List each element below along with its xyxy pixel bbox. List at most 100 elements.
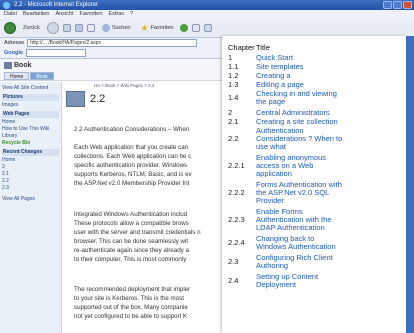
recent-item[interactable]: 2.3 — [2, 185, 59, 192]
toc-title-link[interactable]: Forms Authentication with the ASP.Net v2.… — [256, 181, 396, 205]
address-input[interactable]: http://... /Book/HA/Pages/2.aspx — [27, 39, 198, 47]
text-line: collections. Each Web application can be… — [74, 153, 192, 160]
toc-title-line: Central Administrators — [256, 108, 330, 117]
back-button[interactable] — [4, 22, 16, 34]
pictures-heading[interactable]: Pictures — [2, 94, 59, 101]
history-icon[interactable] — [180, 24, 189, 32]
favorites-button[interactable]: ★ Favoriten — [137, 22, 176, 34]
toc-title-link[interactable]: Editing a page — [256, 81, 396, 89]
toc-chapter-number: 1.4 — [228, 93, 239, 102]
paragraph-1: 2.2 Authentication Considerations – When… — [74, 125, 219, 188]
title-bar: 2.2 - Microsoft Internet Explorer — [0, 0, 414, 10]
print-icon[interactable] — [204, 24, 213, 32]
toc-title-link[interactable]: Central Administrators — [256, 109, 396, 117]
text-line: re-authenticate again since they already… — [74, 247, 189, 254]
toc-title-link[interactable]: Enabling anonymous access on a Web applica… — [256, 154, 396, 178]
toc-title-line: Windows Authentication — [256, 242, 336, 251]
recent-changes-heading: Recent Changes — [2, 149, 59, 156]
menu-view[interactable]: Ansicht — [55, 10, 73, 19]
mail-icon[interactable] — [192, 24, 201, 32]
toc-title-line: use what — [256, 142, 287, 151]
text-line: not yet configured to be able to support… — [74, 313, 188, 320]
tab-book[interactable]: Book — [30, 72, 54, 80]
sidebar-item-images[interactable]: Images — [2, 102, 59, 109]
recent-item[interactable]: 2 — [2, 164, 59, 171]
home-icon[interactable] — [86, 24, 95, 32]
toc-chapter-number: 1 — [228, 53, 233, 62]
sidebar-item-home[interactable]: Home — [2, 119, 59, 126]
menu-tools[interactable]: Extras — [108, 10, 124, 19]
tab-home[interactable]: Home — [4, 72, 30, 80]
toc-row: 1.2 Creating a — [222, 72, 406, 80]
toc-row: 1.1 Site templates — [222, 63, 406, 71]
text-line: browser. This can be done seamlessly wit — [74, 238, 189, 245]
toc-title-link[interactable]: Quick Start — [256, 54, 396, 62]
page-title: 2.2 — [90, 93, 106, 105]
toc-title-link[interactable]: Creating a site collection — [256, 118, 396, 126]
toc-title-link[interactable]: Configuring Rich Client Authoring — [256, 254, 396, 270]
sidebar-item-library[interactable]: Library — [2, 133, 59, 140]
toc-title-link[interactable]: Site templates — [256, 63, 396, 71]
toc-row: 1.3 Editing a page — [222, 81, 406, 89]
close-button[interactable] — [403, 1, 412, 9]
stop-icon[interactable] — [62, 24, 71, 32]
menu-favorites[interactable]: Favoriten — [80, 10, 103, 19]
favorites-label: Favoriten — [150, 25, 174, 31]
toc-row: 2.1 Creating a site collection — [222, 118, 406, 126]
text-line: Integrated Windows Authentication includ — [74, 211, 188, 218]
book-logo-icon — [4, 62, 12, 69]
quick-launch-sidebar: View All Site Content Pictures Images We… — [0, 82, 62, 333]
text-line: to your site is Kerberos. This is the mo… — [74, 295, 184, 302]
toc-row: 2.2.1 Enabling anonymous access on a Web ap… — [222, 154, 406, 178]
toc-header: Chapter Title — [222, 42, 406, 54]
toc-row: 2.3 Configuring Rich Client Authoring — [222, 254, 406, 270]
toc-row: 2.2.3 Enable Forms Authentication with the… — [222, 208, 406, 232]
search-button[interactable]: Suchen — [99, 22, 134, 34]
web-pages-heading[interactable]: Web Pages — [2, 111, 59, 118]
site-tabs: Home Book — [4, 72, 54, 80]
sidebar-item-how-to[interactable]: How to Use This Wiki — [2, 126, 59, 133]
site-logo[interactable]: Book — [4, 62, 32, 69]
toc-chapter-number: 2 — [228, 108, 233, 117]
forward-button[interactable] — [46, 22, 59, 34]
toc-title-link[interactable]: Enable Forms Authentication with the LDAP … — [256, 208, 396, 232]
toc-title-link[interactable]: Authentication Considerations ? When to us… — [256, 127, 396, 151]
text-line: 2.2 Authentication Considerations – When — [74, 126, 190, 133]
back-label[interactable]: Zurück — [20, 22, 43, 34]
toc-title-line: Creating a site collection — [256, 117, 338, 126]
menu-file[interactable]: Datei — [4, 10, 17, 19]
toc-row: 2.2.2 Forms Authentication with the ASP.Ne… — [222, 181, 406, 205]
menu-edit[interactable]: Bearbeiten — [23, 10, 50, 19]
maximize-button[interactable] — [393, 1, 402, 9]
toc-title-link[interactable]: Checking in and viewing the page — [256, 90, 396, 106]
recycle-bin-link[interactable]: Recycle Bin — [2, 140, 59, 147]
toc-chapter-number: 2.2.4 — [228, 238, 245, 247]
search-label: Suchen — [111, 25, 131, 31]
toc-title-link[interactable]: Creating a — [256, 72, 396, 80]
recent-item[interactable]: Home — [2, 157, 59, 164]
toc-rows: 1 Quick Start 1.1 Site templates 1.2 Creating… — [222, 54, 406, 289]
toc-title-line: Editing a page — [256, 80, 304, 89]
toc-title-link[interactable]: Setting up Content Deployment — [256, 273, 396, 289]
ie-logo-icon — [3, 2, 10, 9]
toc-title-line: Site templates — [256, 62, 304, 71]
toc-title-line: Quick Start — [256, 53, 294, 62]
window-right-edge — [406, 36, 414, 333]
menu-help[interactable]: ? — [130, 10, 133, 19]
wiki-page-icon — [66, 91, 85, 107]
toc-title-link[interactable]: Changing back to Windows Authentication — [256, 235, 396, 251]
recent-item[interactable]: 2.1 — [2, 171, 59, 178]
google-search-input[interactable] — [25, 49, 86, 57]
refresh-icon[interactable] — [74, 24, 83, 32]
search-icon — [101, 24, 110, 32]
toc-chapter-number: 1.1 — [228, 62, 239, 71]
minimize-button[interactable] — [383, 1, 392, 9]
text-line: to their computer. This is most commonly — [74, 256, 187, 263]
text-line: Each Web application that you create can — [74, 144, 189, 151]
view-all-content-link[interactable]: View All Site Content — [2, 85, 59, 92]
toc-chapter-number: 2.2 — [228, 134, 239, 143]
table-of-contents-panel: Chapter Title 1 Quick Start 1.1 Site templa… — [222, 36, 406, 333]
text-line: The recommended deployment that impler — [74, 286, 191, 293]
view-all-pages-link[interactable]: View All Pages — [2, 196, 59, 203]
recent-item[interactable]: 2.2 — [2, 178, 59, 185]
